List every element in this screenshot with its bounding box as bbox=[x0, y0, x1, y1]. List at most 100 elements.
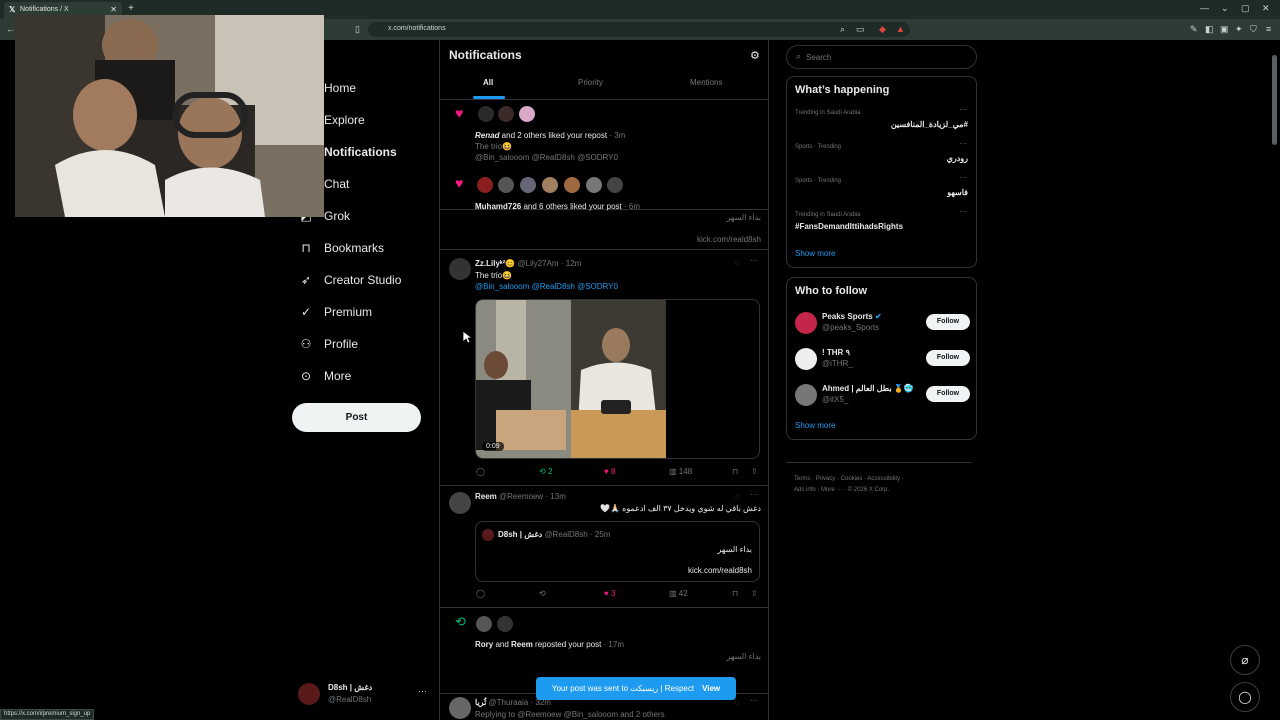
more-icon[interactable]: ··· bbox=[959, 139, 967, 148]
author-name[interactable]: Zz.Lilyᵏ²😊 bbox=[475, 259, 515, 268]
like-button[interactable]: ♥ 8 bbox=[604, 467, 615, 476]
footer-more[interactable]: More ··· bbox=[821, 487, 842, 493]
nav-bookmarks[interactable]: ⊓ Bookmarks bbox=[298, 234, 384, 262]
maximize-icon[interactable]: ▢ bbox=[1241, 3, 1250, 14]
more-icon[interactable]: ··· bbox=[959, 207, 967, 216]
bookmark-button[interactable]: ⊓ bbox=[732, 589, 738, 598]
quoted-link[interactable]: kick.com/reald8sh bbox=[688, 566, 752, 575]
author-handle[interactable]: @Thuraaia bbox=[489, 698, 529, 707]
tweet-quote[interactable]: Reem @Reemoew · 13m ◌ ··· دغش باقي له شو… bbox=[440, 486, 768, 608]
share-button[interactable]: ⇧ bbox=[751, 467, 758, 476]
avatar[interactable] bbox=[498, 106, 514, 122]
avatar[interactable] bbox=[478, 106, 494, 122]
follow-button[interactable]: Follow bbox=[926, 314, 970, 330]
screen-cast-icon[interactable]: ▭ bbox=[856, 24, 865, 35]
footer-cookies[interactable]: Cookies bbox=[841, 476, 863, 482]
avatar[interactable] bbox=[498, 177, 514, 193]
share-button[interactable]: ⇧ bbox=[751, 589, 758, 598]
author-name[interactable]: Reem bbox=[475, 492, 497, 501]
replying-to[interactable]: Replying to @Reemoew @Bin_salooom and 2 … bbox=[475, 710, 665, 719]
more-icon[interactable]: ··· bbox=[750, 490, 758, 499]
post-button[interactable]: Post bbox=[292, 403, 421, 432]
actor-name[interactable]: Renad bbox=[475, 131, 499, 140]
avatar[interactable] bbox=[542, 177, 558, 193]
avatar[interactable] bbox=[449, 258, 471, 280]
tab-all[interactable]: All bbox=[483, 78, 493, 87]
show-more-follow-link[interactable]: Show more bbox=[795, 421, 835, 430]
close-window-icon[interactable]: ✕ bbox=[1262, 3, 1270, 14]
nav-creator-studio[interactable]: ➶ Creator Studio bbox=[298, 266, 401, 294]
rewards-icon[interactable]: ▲ bbox=[896, 24, 905, 34]
quoted-tweet[interactable]: D8sh | دغش @RealD8sh · 25m بداء السهر ki… bbox=[475, 521, 760, 582]
new-tab-icon[interactable]: + bbox=[128, 3, 134, 14]
avatar[interactable] bbox=[476, 616, 492, 632]
avatar[interactable] bbox=[520, 177, 536, 193]
more-icon[interactable]: ··· bbox=[750, 256, 758, 265]
views-button[interactable]: ▥ 148 bbox=[669, 467, 692, 476]
avatar[interactable] bbox=[586, 177, 602, 193]
nav-premium[interactable]: ✓ Premium bbox=[298, 298, 372, 326]
author-handle[interactable]: @Lily27Am bbox=[518, 259, 559, 268]
zoom-icon[interactable]: ⌕ bbox=[840, 24, 845, 35]
reply-button[interactable]: ◯ bbox=[476, 589, 485, 598]
grok-fab-icon[interactable]: ⌀ bbox=[1230, 645, 1260, 675]
actor-name[interactable]: Muhamd726 bbox=[475, 202, 521, 211]
tweet[interactable]: Zz.Lilyᵏ²😊 @Lily27Am · 12m ◌ ··· The tri… bbox=[440, 250, 768, 486]
more-icon[interactable]: ··· bbox=[959, 105, 967, 114]
follow-suggestion[interactable]: Peaks Sports ✔ @peaks_Sports Follow bbox=[787, 310, 976, 338]
back-icon[interactable]: ← bbox=[6, 24, 15, 34]
follow-button[interactable]: Follow bbox=[926, 350, 970, 366]
tab-priority[interactable]: Priority bbox=[578, 78, 603, 87]
extensions-icon[interactable]: ✎ bbox=[1190, 24, 1198, 35]
trend-item[interactable]: Sports · Trending ··· فاسهو bbox=[787, 173, 976, 205]
footer-privacy[interactable]: Privacy bbox=[816, 476, 836, 482]
bookmark-page-icon[interactable]: ▯ bbox=[355, 24, 360, 35]
more-icon[interactable]: ··· bbox=[750, 696, 758, 705]
avatar[interactable] bbox=[449, 492, 471, 514]
url-field[interactable]: x.com/notifications bbox=[368, 22, 910, 37]
avatar[interactable] bbox=[607, 177, 623, 193]
scrollbar-thumb[interactable] bbox=[1272, 55, 1277, 145]
avatar[interactable] bbox=[564, 177, 580, 193]
show-more-trends-link[interactable]: Show more bbox=[795, 249, 835, 258]
avatar[interactable] bbox=[497, 616, 513, 632]
author-name[interactable]: ثُريا bbox=[475, 698, 486, 707]
close-tab-icon[interactable]: ✕ bbox=[110, 5, 117, 14]
sidebar-icon[interactable]: ◧ bbox=[1205, 24, 1214, 35]
settings-gear-icon[interactable]: ⚙ bbox=[750, 49, 760, 62]
brave-shield-icon[interactable]: ◆ bbox=[879, 24, 886, 35]
trend-item[interactable]: Trending in Saudi Arabia ··· #مي_لزيادة_… bbox=[787, 105, 976, 137]
menu-icon[interactable]: ≡ bbox=[1266, 24, 1271, 34]
author-handle[interactable]: @Reemoew bbox=[499, 492, 543, 501]
like-button[interactable]: ♥ 3 bbox=[604, 589, 615, 598]
nav-profile[interactable]: ⚇ Profile bbox=[298, 330, 358, 358]
footer-terms[interactable]: Terms bbox=[794, 476, 810, 482]
vpn-icon[interactable]: ⛉ bbox=[1250, 24, 1257, 35]
search-input[interactable]: Search bbox=[806, 53, 831, 62]
toast-view-link[interactable]: View bbox=[702, 684, 720, 693]
actor-name[interactable]: Reem bbox=[511, 640, 533, 649]
chevron-down-icon[interactable]: ⌄ bbox=[1221, 3, 1229, 14]
grok-icon[interactable]: ◌ bbox=[735, 492, 740, 501]
tab-mentions[interactable]: Mentions bbox=[690, 78, 722, 87]
grok-icon[interactable]: ◌ bbox=[735, 258, 740, 267]
grok-icon[interactable]: ◌ bbox=[735, 698, 740, 707]
trend-item[interactable]: Sports · Trending ··· رودري bbox=[787, 139, 976, 171]
minimize-icon[interactable]: — bbox=[1200, 3, 1209, 13]
account-switcher[interactable]: D8sh | دغش @RealD8sh ··· bbox=[298, 680, 438, 708]
tweet-mentions[interactable]: @Bin_salooom @RealD8sh @SODRY0 bbox=[475, 282, 618, 291]
retweet-button[interactable]: ⟲ 2 bbox=[539, 467, 552, 476]
avatar[interactable] bbox=[477, 177, 493, 193]
nav-more[interactable]: ⊙ More bbox=[298, 362, 351, 390]
follow-button[interactable]: Follow bbox=[926, 386, 970, 402]
avatar[interactable] bbox=[519, 106, 535, 122]
follow-suggestion[interactable]: ! THR ٩ @iTHR_ Follow bbox=[787, 346, 976, 374]
wallet-icon[interactable]: ▣ bbox=[1220, 24, 1229, 35]
leo-icon[interactable]: ✦ bbox=[1235, 24, 1243, 35]
avatar[interactable] bbox=[449, 697, 471, 719]
more-icon[interactable]: ··· bbox=[959, 173, 967, 182]
retweet-button[interactable]: ⟲ bbox=[539, 589, 546, 598]
trend-item[interactable]: Trending in Saudi Arabia ··· #FansDemand… bbox=[787, 207, 976, 239]
notification-like-post[interactable]: ♥ Muhamd726 and 6 others liked your post… bbox=[440, 170, 768, 250]
reply-button[interactable]: ◯ bbox=[476, 467, 485, 476]
